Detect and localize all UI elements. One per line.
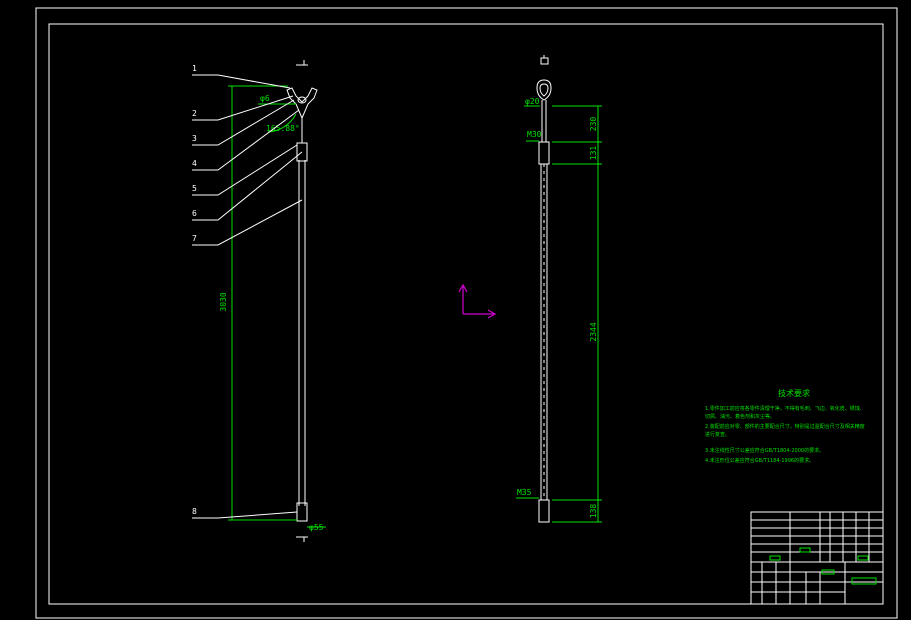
- technical-notes: 技术要求 1.零件加工前应将各零件清理干净，不得有毛刺、飞边、氧化皮、锈蚀、 切…: [705, 388, 865, 464]
- balloon-5: 5: [192, 184, 197, 193]
- dim-seg-4: 138: [589, 504, 598, 519]
- cad-drawing-canvas[interactable]: 3030 φ6 165.88° φ55 1 2 3 4 5 6 7 8 230 …: [0, 0, 911, 620]
- dim-top-diameter: φ6: [260, 94, 270, 103]
- outer-frame: [35, 7, 898, 619]
- note-line-2: 切屑、油污、着色剂和灰尘等。: [705, 413, 775, 420]
- left-view: 3030 φ6 165.88° φ55 1 2 3 4 5 6 7 8: [192, 60, 326, 542]
- balloon-1: 1: [192, 64, 197, 73]
- dim-seg-1: 230: [589, 117, 598, 132]
- balloon-4: 4: [192, 159, 197, 168]
- dim-collar: M30: [527, 130, 542, 139]
- balloon-3: 3: [192, 134, 197, 143]
- dim-head-diameter: φ20: [525, 97, 540, 106]
- right-view: 230 131 2344 138 φ20 M30 M35: [516, 55, 602, 523]
- balloon-7: 7: [192, 234, 197, 243]
- dim-base-diameter: φ55: [309, 523, 324, 532]
- note-line-1: 1.零件加工前应将各零件清理干净，不得有毛刺、飞边、氧化皮、锈蚀、: [705, 405, 865, 412]
- note-line-4: 进行复查。: [705, 431, 730, 438]
- note-line-5: 3.未注线性尺寸公差应符合GB/T1804-2000的要求。: [705, 447, 824, 454]
- balloon-2: 2: [192, 109, 197, 118]
- notes-title: 技术要求: [778, 388, 810, 398]
- note-line-6: 4.未注形位公差应符合GB/T1184-1996的要求。: [705, 457, 814, 464]
- dim-angle: 165.88°: [266, 124, 300, 133]
- dim-seg-2: 131: [589, 146, 598, 161]
- dim-bottom-thread: M35: [517, 488, 532, 497]
- balloon-6: 6: [192, 209, 197, 218]
- dim-overall-height: 3030: [219, 292, 228, 311]
- note-line-3: 2.装配前应对零、部件的主要配合尺寸，特别是过盈配合尺寸及相关精度: [705, 423, 865, 430]
- title-block: [750, 511, 884, 605]
- dim-seg-3: 2344: [589, 322, 598, 341]
- balloon-8: 8: [192, 507, 197, 516]
- ucs-axis-icon: [458, 283, 497, 319]
